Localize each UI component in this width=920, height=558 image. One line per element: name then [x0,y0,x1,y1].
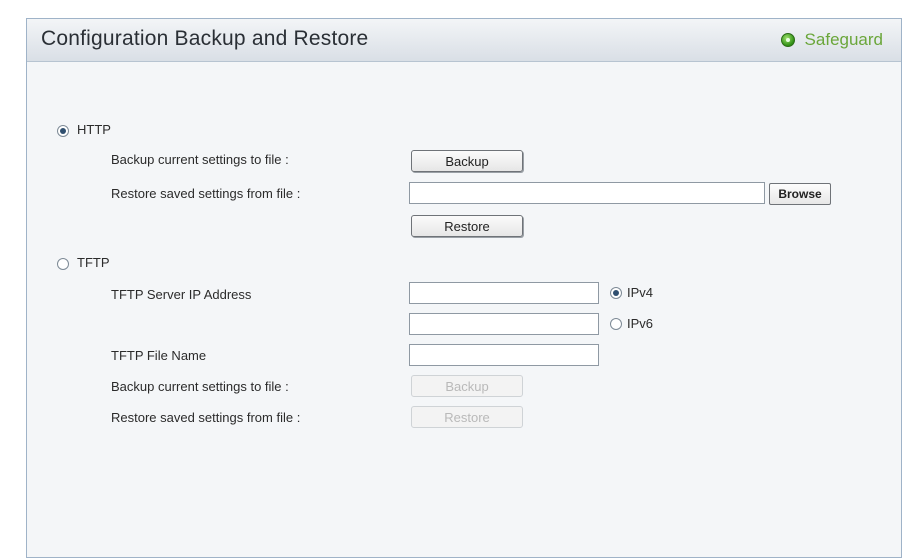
tftp-label: TFTP [77,255,110,270]
ipv4-label: IPv4 [627,285,654,300]
tftp-restore-label: Restore saved settings from file : [111,410,301,425]
tftp-backup-label: Backup current settings to file : [111,379,289,394]
http-file-input[interactable] [409,182,765,204]
panel-header: Configuration Backup and Restore Safegua… [27,19,901,62]
tftp-server-ip-label: TFTP Server IP Address [111,287,252,302]
browse-button[interactable]: Browse [769,183,831,205]
tftp-file-name-input[interactable] [409,344,599,366]
ipv6-radio[interactable] [610,318,622,330]
http-radio[interactable] [57,125,69,137]
safeguard-status: Safeguard [780,30,883,50]
tftp-restore-button[interactable]: Restore [411,406,523,428]
safeguard-status-icon [780,33,795,47]
http-backup-button[interactable]: Backup [411,150,523,172]
tftp-radio[interactable] [57,258,69,270]
ipv4-radio[interactable] [610,287,622,299]
ipv6-address-input[interactable] [409,313,599,335]
http-restore-button[interactable]: Restore [411,215,523,237]
safeguard-label: Safeguard [804,30,883,49]
tftp-file-name-label: TFTP File Name [111,348,207,363]
http-label: HTTP [77,122,111,137]
page-title: Configuration Backup and Restore [41,27,369,50]
config-backup-panel: Configuration Backup and Restore Safegua… [26,18,902,558]
ipv4-address-input[interactable] [409,282,599,304]
http-backup-label: Backup current settings to file : [111,152,289,167]
ipv6-label: IPv6 [627,316,654,331]
http-restore-label: Restore saved settings from file : [111,186,301,201]
tftp-backup-button[interactable]: Backup [411,375,523,397]
